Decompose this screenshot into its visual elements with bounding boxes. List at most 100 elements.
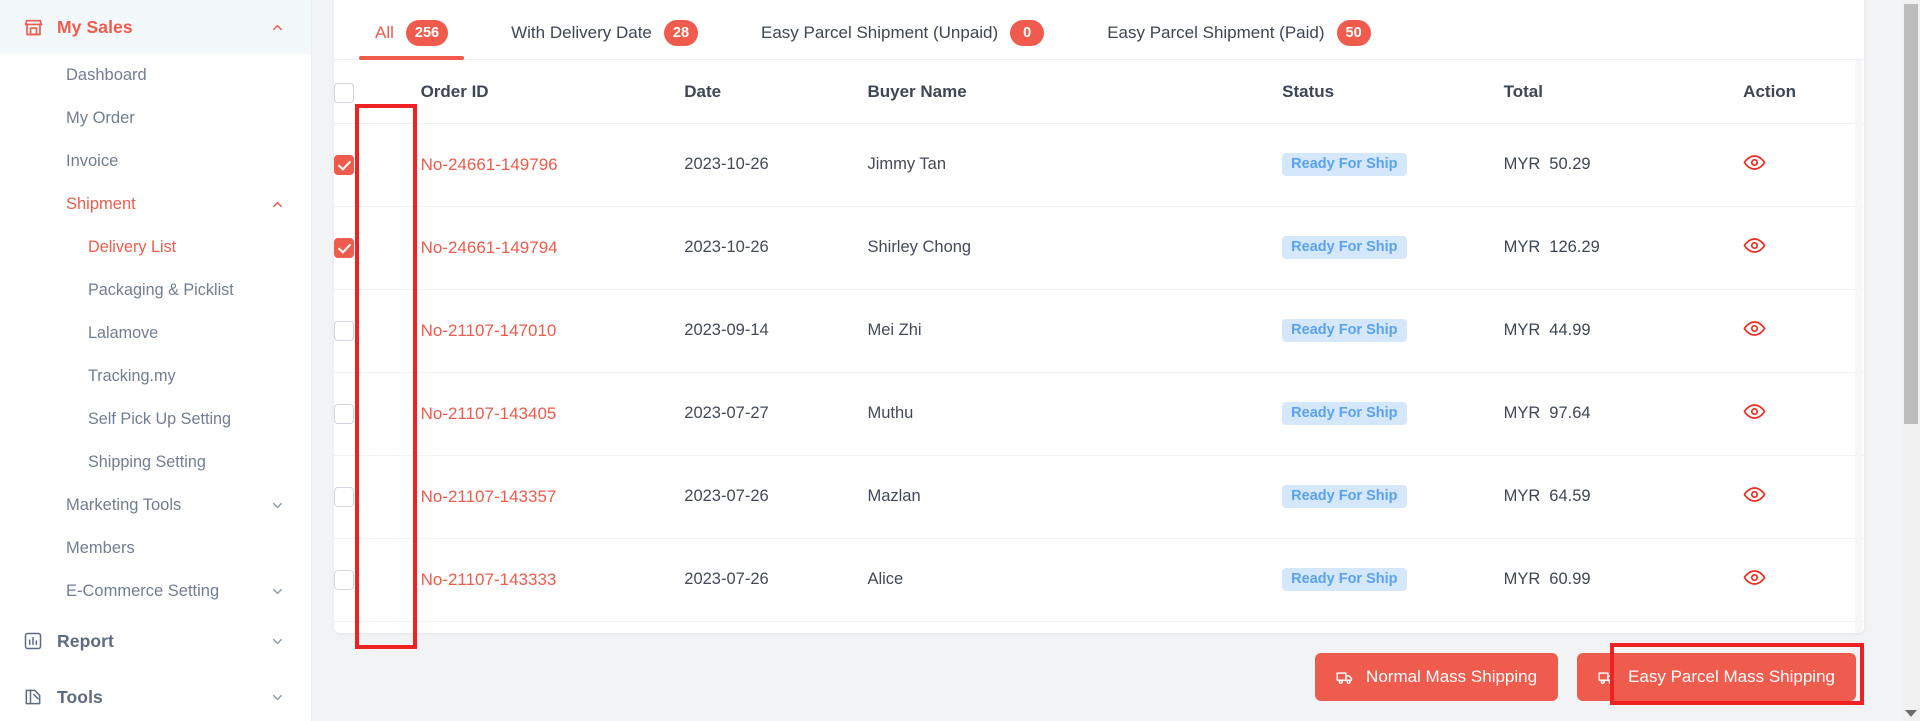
chevron-down-icon[interactable] [270, 584, 285, 599]
cell-date: 2023-07-26 [684, 455, 868, 539]
view-icon[interactable] [1743, 483, 1766, 506]
table-row[interactable]: No-21107-143405 2023-07-27 Muthu Ready F… [334, 372, 1864, 456]
page-scrollbar[interactable] [1902, 0, 1920, 721]
table-row[interactable]: No-24661-149796 2023-10-26 Jimmy Tan Rea… [334, 123, 1864, 207]
amount-value: 60.99 [1549, 570, 1591, 589]
sidebar-item-self-pick-up-setting[interactable]: Self Pick Up Setting [0, 398, 311, 441]
cell-total: MYR 50.29 [1503, 123, 1744, 207]
cell-total: MYR 126.29 [1503, 206, 1744, 290]
column-header-order-id: Order ID [420, 60, 685, 124]
currency-label: MYR [1503, 487, 1541, 506]
sidebar-item-label: Dashboard [66, 66, 147, 84]
view-icon[interactable] [1743, 566, 1766, 589]
table-row[interactable]: No-21107-143333 2023-07-26 Alice Ready F… [334, 538, 1864, 622]
sidebar-item-shipping-setting[interactable]: Shipping Setting [0, 441, 311, 484]
easy-parcel-mass-shipping-button[interactable]: Easy Parcel Mass Shipping [1577, 653, 1856, 701]
cell-date: 2023-10-26 [684, 206, 868, 290]
row-select-cell [334, 455, 421, 539]
row-checkbox[interactable] [334, 237, 354, 258]
order-id-link[interactable]: No-24661-149794 [421, 238, 558, 257]
sidebar-item-members[interactable]: Members [0, 527, 311, 570]
sidebar-item-label: E-Commerce Setting [66, 582, 220, 600]
sidebar-item-delivery-list[interactable]: Delivery List [0, 226, 311, 269]
scroll-down-arrow-icon[interactable] [1905, 710, 1917, 717]
row-checkbox[interactable] [334, 320, 354, 341]
order-id-link[interactable]: No-21107-143357 [421, 487, 557, 506]
amount-value: 97.64 [1549, 404, 1591, 423]
tab-easy-parcel-shipment-paid[interactable]: Easy Parcel Shipment (Paid) 50 [1091, 20, 1386, 59]
sidebar-item-lalamove[interactable]: Lalamove [0, 312, 311, 355]
sidebar-item-shipment[interactable]: Shipment [0, 183, 311, 226]
chevron-up-icon[interactable] [270, 197, 285, 212]
cell-order-id[interactable]: No-24661-149794 [420, 206, 685, 290]
cell-buyer: Muthu [867, 372, 1283, 456]
tab-all[interactable]: All 256 [359, 20, 465, 60]
view-icon[interactable] [1743, 400, 1766, 423]
main-content: All 256 With Delivery Date 28 Easy Parce… [312, 0, 1920, 721]
order-id-link[interactable]: No-21107-147010 [421, 321, 557, 340]
sidebar-group-tools[interactable]: Tools [0, 669, 311, 721]
row-checkbox[interactable] [334, 486, 354, 507]
view-icon[interactable] [1743, 317, 1766, 340]
footer-actions: Normal Mass Shipping Easy Parcel Mass Sh… [334, 633, 1864, 721]
tab-count-badge: 0 [1010, 20, 1045, 46]
tab-count-badge: 28 [663, 20, 699, 46]
cell-status: Ready For Ship [1282, 538, 1504, 622]
sidebar-group-my-sales[interactable]: My Sales [0, 0, 311, 54]
cell-order-id[interactable]: No-21107-143333 [420, 538, 685, 622]
cell-action [1743, 455, 1864, 539]
row-checkbox[interactable] [334, 403, 354, 424]
view-icon[interactable] [1743, 234, 1766, 257]
row-checkbox[interactable] [334, 569, 354, 590]
row-checkbox[interactable] [334, 154, 354, 175]
view-icon[interactable] [1743, 151, 1766, 174]
sidebar-item-my-order[interactable]: My Order [0, 97, 311, 140]
table-header-row: Order ID Date Buyer Name Status Total Ac… [334, 60, 1864, 124]
cell-buyer: Mei Zhi [867, 289, 1283, 373]
cell-order-id[interactable]: No-21107-143405 [420, 372, 685, 456]
cell-date: 2023-07-27 [684, 372, 868, 456]
cell-order-id[interactable]: No-21107-147010 [420, 289, 685, 373]
table-row[interactable]: No-21107-147010 2023-09-14 Mei Zhi Ready… [334, 289, 1864, 373]
sidebar-group-report[interactable]: Report [0, 613, 311, 669]
chevron-down-icon[interactable] [270, 498, 285, 513]
table-row[interactable]: No-21107-143357 2023-07-26 Mazlan Ready … [334, 455, 1864, 539]
sidebar-item-marketing-tools[interactable]: Marketing Tools [0, 484, 311, 527]
table-scrollbar[interactable] [1855, 60, 1862, 633]
tab-label: All [375, 23, 394, 42]
table-row[interactable]: No-24661-149794 2023-10-26 Shirley Chong… [334, 206, 1864, 290]
amount-value: 50.29 [1549, 155, 1591, 174]
scrollbar-thumb[interactable] [1904, 4, 1918, 424]
sidebar-item-label: Shipping Setting [88, 453, 206, 471]
sidebar-item-tracking-my[interactable]: Tracking.my [0, 355, 311, 398]
chevron-up-icon[interactable] [270, 20, 285, 35]
tab-with-delivery-date[interactable]: With Delivery Date 28 [495, 20, 714, 59]
row-select-cell [334, 123, 421, 207]
sidebar-item-label: Lalamove [88, 324, 159, 342]
cell-order-id[interactable]: No-21107-143357 [420, 455, 685, 539]
status-badge: Ready For Ship [1282, 485, 1407, 509]
sidebar-item-ecommerce-setting[interactable]: E-Commerce Setting [0, 570, 311, 613]
sidebar-item-packaging-picklist[interactable]: Packaging & Picklist [0, 269, 311, 312]
tab-easy-parcel-shipment-unpaid[interactable]: Easy Parcel Shipment (Unpaid) 0 [745, 20, 1060, 59]
chevron-down-icon[interactable] [270, 634, 285, 649]
order-id-link[interactable]: No-24661-149796 [421, 155, 558, 174]
currency-label: MYR [1503, 321, 1541, 340]
tab-label: With Delivery Date [511, 23, 652, 42]
sidebar-group-label: Tools [57, 686, 103, 707]
cell-total: MYR 44.99 [1503, 289, 1744, 373]
cell-order-id[interactable]: No-24661-149796 [420, 123, 685, 207]
order-id-link[interactable]: No-21107-143333 [421, 570, 557, 589]
column-header-buyer-name: Buyer Name [867, 60, 1283, 124]
sidebar-item-dashboard[interactable]: Dashboard [0, 54, 311, 97]
store-icon [22, 16, 44, 38]
sidebar: My Sales Dashboard My Order Invoice Ship… [0, 0, 312, 721]
select-all-checkbox[interactable] [334, 82, 354, 103]
cell-date: 2023-09-14 [684, 289, 868, 373]
tab-count-badge: 256 [405, 20, 449, 46]
order-id-link[interactable]: No-21107-143405 [421, 404, 557, 423]
orders-table-scroll[interactable]: Order ID Date Buyer Name Status Total Ac… [334, 60, 1864, 633]
chevron-down-icon[interactable] [270, 690, 285, 705]
normal-mass-shipping-button[interactable]: Normal Mass Shipping [1315, 653, 1559, 701]
sidebar-item-invoice[interactable]: Invoice [0, 140, 311, 183]
